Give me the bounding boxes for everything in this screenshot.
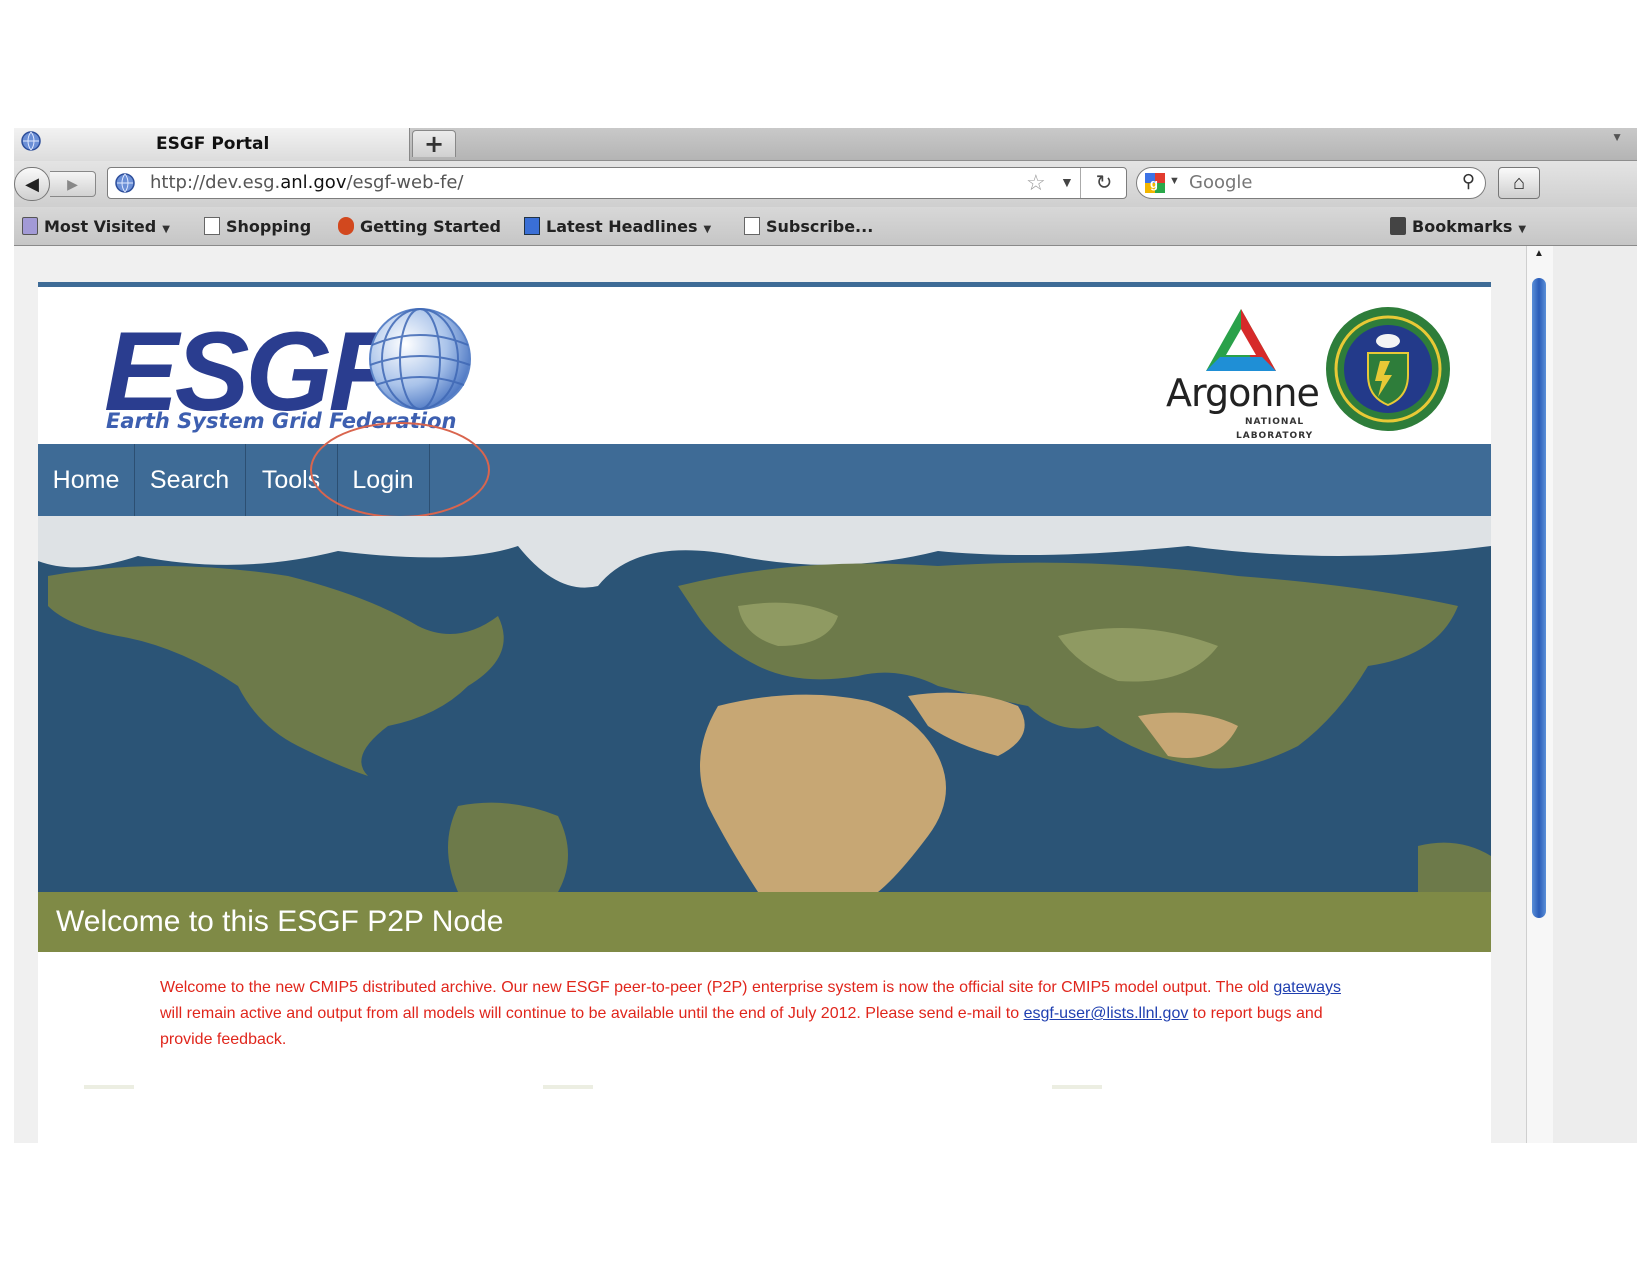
- world-map-banner: [38, 516, 1491, 892]
- folder-icon: [22, 217, 38, 235]
- annotation-ellipse: [310, 422, 490, 518]
- tab-title: ESGF Portal: [156, 134, 270, 154]
- url-bar[interactable]: http://dev.esg.anl.gov/esgf-web-fe/ ☆ ▼ …: [107, 167, 1127, 199]
- bookmark-shopping[interactable]: Shopping: [204, 217, 311, 236]
- page-icon: [204, 217, 220, 235]
- page-viewport: ESGF Earth System Grid Federation Argonn…: [14, 246, 1526, 1143]
- reload-icon[interactable]: ↻: [1080, 168, 1127, 198]
- chevron-down-icon: ▼: [162, 224, 170, 235]
- back-button[interactable]: ◀: [14, 167, 50, 201]
- menu-search[interactable]: Search: [134, 444, 246, 516]
- page-icon: [744, 217, 760, 235]
- tab-stub: [84, 1085, 134, 1089]
- argonne-name: Argonne: [1166, 371, 1320, 415]
- email-link[interactable]: esgf-user@lists.llnl.gov: [1024, 1005, 1189, 1022]
- argonne-logo[interactable]: Argonne NATIONAL LABORATORY: [1166, 307, 1320, 447]
- scroll-thumb[interactable]: [1532, 278, 1546, 918]
- tab-esgf-portal[interactable]: ESGF Portal: [14, 128, 410, 161]
- esgf-logo[interactable]: ESGF Earth System Grid Federation: [104, 297, 524, 437]
- argonne-subtitle: NATIONAL LABORATORY: [1236, 417, 1314, 441]
- welcome-title: Welcome to this ESGF P2P Node: [56, 905, 504, 938]
- new-tab-button[interactable]: +: [412, 130, 456, 157]
- site-globe-icon: [115, 173, 135, 193]
- bookmarks-star-icon: [1390, 217, 1406, 235]
- tab-stub: [1052, 1085, 1102, 1089]
- doe-seal-icon[interactable]: [1324, 305, 1452, 433]
- search-engine-dropdown-icon[interactable]: ▼: [1169, 175, 1180, 187]
- tab-bar: ESGF Portal + ▼: [14, 128, 1637, 161]
- chevron-down-icon[interactable]: ▼: [1611, 130, 1623, 144]
- menu-home[interactable]: Home: [38, 444, 135, 516]
- globe-icon: [369, 308, 471, 410]
- svg-text:g: g: [1150, 176, 1158, 191]
- globe-favicon-icon: [21, 131, 41, 151]
- bookmark-subscribe[interactable]: Subscribe...: [744, 217, 873, 236]
- search-input[interactable]: Google: [1189, 172, 1252, 193]
- search-bar[interactable]: g ▼ Google ⚲: [1136, 167, 1486, 199]
- firefox-icon: [338, 217, 354, 235]
- navigation-toolbar: ◀ ▶ http://dev.esg.anl.gov/esgf-web-fe/ …: [14, 161, 1637, 207]
- url-text: http://dev.esg.anl.gov/esgf-web-fe/: [150, 172, 464, 193]
- forward-arrow-icon: ▶: [67, 176, 78, 192]
- bookmark-latest-headlines[interactable]: Latest Headlines ▼: [524, 217, 711, 236]
- browser-window: ESGF Portal + ▼ ◀ ▶ http://dev.esg.anl.g…: [14, 128, 1637, 1143]
- google-icon[interactable]: g: [1145, 173, 1165, 193]
- gateways-link[interactable]: gateways: [1273, 979, 1341, 996]
- argonne-triangle-icon: [1206, 309, 1276, 371]
- url-history-dropdown-icon[interactable]: ▼: [1060, 174, 1074, 190]
- search-icon[interactable]: ⚲: [1462, 171, 1475, 192]
- rss-icon: [524, 217, 540, 235]
- chevron-down-icon: ▼: [703, 224, 712, 235]
- main-menu: Home Search Tools Login: [38, 444, 1491, 516]
- esgf-page: ESGF Earth System Grid Federation Argonn…: [38, 282, 1491, 1143]
- bookmarks-menu[interactable]: Bookmarks ▼: [1390, 217, 1526, 236]
- vertical-scrollbar[interactable]: ▲: [1526, 246, 1553, 1143]
- welcome-banner: Welcome to this ESGF P2P Node: [38, 892, 1491, 952]
- star-icon[interactable]: ☆: [1026, 170, 1046, 196]
- bookmark-getting-started[interactable]: Getting Started: [338, 217, 501, 236]
- chevron-down-icon: ▼: [1518, 224, 1527, 235]
- home-button[interactable]: ⌂: [1498, 167, 1540, 199]
- forward-button[interactable]: ▶: [50, 171, 96, 197]
- back-forward-group: ◀ ▶: [14, 167, 96, 201]
- scroll-up-icon[interactable]: ▲: [1534, 248, 1544, 259]
- bookmarks-toolbar: Most Visited ▼ Shopping Getting Started L…: [14, 207, 1637, 246]
- home-icon: ⌂: [1512, 172, 1526, 194]
- tab-stub: [543, 1085, 593, 1089]
- back-arrow-icon: ◀: [25, 174, 39, 194]
- welcome-notice: Welcome to the new CMIP5 distributed arc…: [160, 979, 1341, 1048]
- bookmark-most-visited[interactable]: Most Visited ▼: [22, 217, 170, 236]
